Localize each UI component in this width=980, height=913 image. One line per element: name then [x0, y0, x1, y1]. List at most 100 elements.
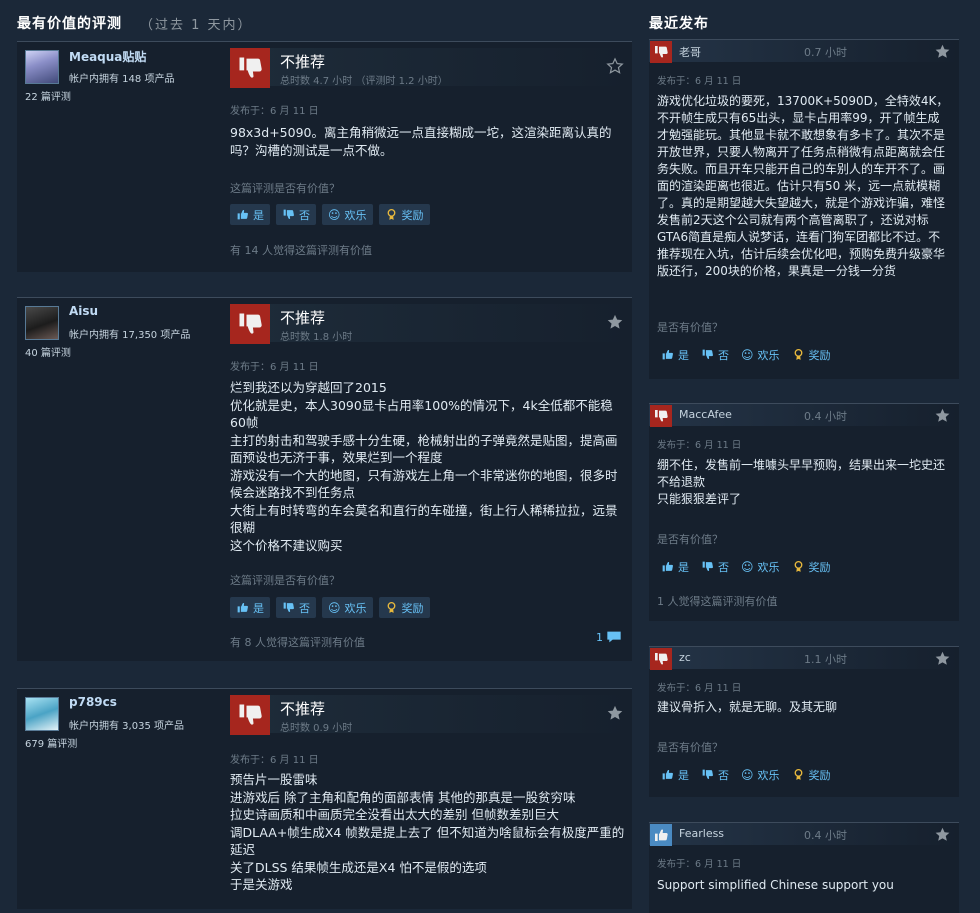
vote-funny-button[interactable]: ☺ 欢乐	[737, 764, 784, 785]
vote-no-button[interactable]: 否	[276, 597, 316, 618]
award-label: 奖励	[401, 601, 424, 615]
vote-yes-button[interactable]: 是	[230, 597, 270, 618]
author-name[interactable]: p789cs	[69, 695, 117, 709]
author-products[interactable]: 帐户内拥有 148 项产品	[69, 70, 174, 85]
vote-yes-button[interactable]: 是	[657, 764, 693, 785]
recent-author-name[interactable]: Fearless	[679, 827, 724, 840]
recent-section: 最近发布 老哥 0.7 小时 发布于：6 月 11 日 游戏优化垃圾的要死，13…	[649, 0, 959, 913]
posted-date: 发布于：6 月 11 日	[657, 440, 742, 451]
helpful-question: 是否有价值？	[657, 321, 723, 334]
award-label: 奖励	[808, 560, 831, 574]
recent-review-card: 老哥 0.7 小时 发布于：6 月 11 日 游戏优化垃圾的要死，13700K+…	[649, 39, 959, 379]
vote-no-button[interactable]: 否	[697, 344, 733, 365]
most-helpful-title: 最有价值的评测	[17, 16, 122, 32]
recent-playtime: 0.4 小时	[804, 410, 847, 423]
recent-playtime: 0.7 小时	[804, 46, 847, 59]
recent-review-header[interactable]: Fearless 0.4 小时	[649, 823, 959, 846]
award-button[interactable]: 奖励	[788, 764, 835, 785]
most-helpful-heading: 最有价值的评测 （过去 1 天内）	[17, 0, 632, 46]
author-products[interactable]: 帐户内拥有 3,035 项产品	[69, 717, 184, 732]
award-button[interactable]: 奖励	[378, 204, 430, 225]
award-label: 奖励	[808, 348, 831, 362]
vote-no-label: 否	[299, 601, 310, 615]
avatar[interactable]	[25, 697, 59, 731]
thumbs-up-icon	[662, 350, 673, 360]
award-button[interactable]: 奖励	[788, 556, 835, 577]
award-button[interactable]: 奖励	[788, 344, 835, 365]
thumbs-up-icon	[237, 210, 248, 220]
vote-yes-button[interactable]: 是	[657, 556, 693, 577]
author-products[interactable]: 帐户内拥有 17,350 项产品	[69, 326, 190, 341]
verdict-title: 不推荐	[280, 53, 326, 71]
posted-date: 发布于：6 月 11 日	[657, 859, 742, 870]
star-icon[interactable]	[934, 407, 951, 424]
author-reviews[interactable]: 40 篇评测	[25, 344, 71, 359]
award-button[interactable]: 奖励	[378, 597, 430, 618]
review-verdict[interactable]: 不推荐 总时数 0.9 小时	[230, 695, 630, 735]
recent-review-header[interactable]: 老哥 0.7 小时	[649, 40, 959, 63]
vote-buttons: 是 否 ☺ 欢乐 奖励	[657, 344, 835, 365]
review-verdict[interactable]: 不推荐 总时数 4.7 小时 （评测时 1.2 小时）	[230, 48, 630, 88]
avatar[interactable]	[25, 306, 59, 340]
review-verdict[interactable]: 不推荐 总时数 1.8 小时	[230, 304, 630, 344]
thumbs-down-icon	[702, 561, 713, 571]
thumbs-up-icon	[662, 562, 673, 572]
recent-review-content: 游戏优化垃圾的要死，13700K+5090D，全特效4K，不开帧生成只有65出头…	[657, 94, 949, 278]
vote-no-button[interactable]: 否	[697, 764, 733, 785]
recent-review-header[interactable]: zc 1.1 小时	[649, 647, 959, 670]
award-label: 奖励	[401, 208, 424, 222]
recent-review-content: 绷不住，发售前一堆噱头早早预购，结果出来一坨史还不给退款 只能狠狠差评了	[657, 458, 946, 506]
star-outline-icon[interactable]	[606, 57, 624, 75]
award-icon	[794, 348, 802, 360]
author-reviews[interactable]: 22 篇评测	[25, 88, 71, 103]
vote-funny-label: 欢乐	[344, 208, 367, 222]
author-name[interactable]: Aisu	[69, 304, 98, 318]
star-icon[interactable]	[934, 826, 951, 843]
recent-review-header[interactable]: MaccAfee 0.4 小时	[649, 404, 959, 427]
author-name[interactable]: Meaqua贴贴	[69, 48, 146, 65]
star-icon[interactable]	[606, 704, 624, 722]
vote-yes-button[interactable]: 是	[230, 204, 270, 225]
thumbs-down-icon	[650, 41, 672, 63]
review-card: p789cs 帐户内拥有 3,035 项产品 679 篇评测 不推荐 总时数 0…	[17, 688, 632, 909]
vote-funny-button[interactable]: ☺ 欢乐	[322, 204, 373, 225]
vote-yes-button[interactable]: 是	[657, 344, 693, 365]
avatar[interactable]	[25, 50, 59, 84]
thumbs-down-icon	[230, 304, 270, 344]
helpful-question: 是否有价值？	[657, 741, 723, 754]
vote-funny-button[interactable]: ☺ 欢乐	[322, 597, 373, 618]
vote-no-label: 否	[718, 768, 729, 782]
star-icon[interactable]	[934, 43, 951, 60]
most-helpful-section: 最有价值的评测 （过去 1 天内） Meaqua贴贴 帐户内拥有 148 项产品…	[17, 0, 632, 909]
vote-yes-label: 是	[678, 560, 689, 574]
thumbs-down-icon	[702, 769, 713, 779]
recent-author-name[interactable]: 老哥	[679, 44, 701, 60]
playtime: 总时数 4.7 小时 （评测时 1.2 小时）	[280, 76, 448, 87]
star-icon[interactable]	[934, 650, 951, 667]
vote-funny-button[interactable]: ☺ 欢乐	[737, 556, 784, 577]
vote-funny-button[interactable]: ☺ 欢乐	[737, 344, 784, 365]
recent-playtime: 0.4 小时	[804, 829, 847, 842]
recent-review-card: zc 1.1 小时 发布于：6 月 11 日 建议骨折入，就是无聊。及其无聊 是…	[649, 646, 959, 797]
smiley-icon: ☺	[328, 600, 341, 615]
vote-no-button[interactable]: 否	[697, 556, 733, 577]
review-card: Meaqua贴贴 帐户内拥有 148 项产品 22 篇评测 不推荐 总时数 4.…	[17, 41, 632, 272]
vote-funny-label: 欢乐	[344, 601, 367, 615]
vote-buttons: 是 否 ☺ 欢乐 奖励	[230, 597, 430, 618]
vote-no-button[interactable]: 否	[276, 204, 316, 225]
recent-title: 最近发布	[649, 16, 709, 32]
star-icon[interactable]	[606, 313, 624, 331]
comment-count-link[interactable]: 1	[596, 630, 622, 644]
thumbs-up-icon	[237, 603, 248, 613]
vote-no-label: 否	[299, 208, 310, 222]
posted-date: 发布于：6 月 11 日	[657, 683, 742, 694]
posted-date: 发布于：6 月 11 日	[230, 362, 319, 373]
author-reviews[interactable]: 679 篇评测	[25, 735, 77, 750]
recent-review-card: MaccAfee 0.4 小时 发布于：6 月 11 日 绷不住，发售前一堆噱头…	[649, 403, 959, 621]
vote-funny-label: 欢乐	[757, 560, 780, 574]
award-icon	[794, 768, 802, 780]
recent-author-name[interactable]: zc	[679, 651, 691, 664]
smiley-icon: ☺	[741, 559, 754, 574]
vote-funny-label: 欢乐	[757, 768, 780, 782]
recent-author-name[interactable]: MaccAfee	[679, 408, 732, 421]
